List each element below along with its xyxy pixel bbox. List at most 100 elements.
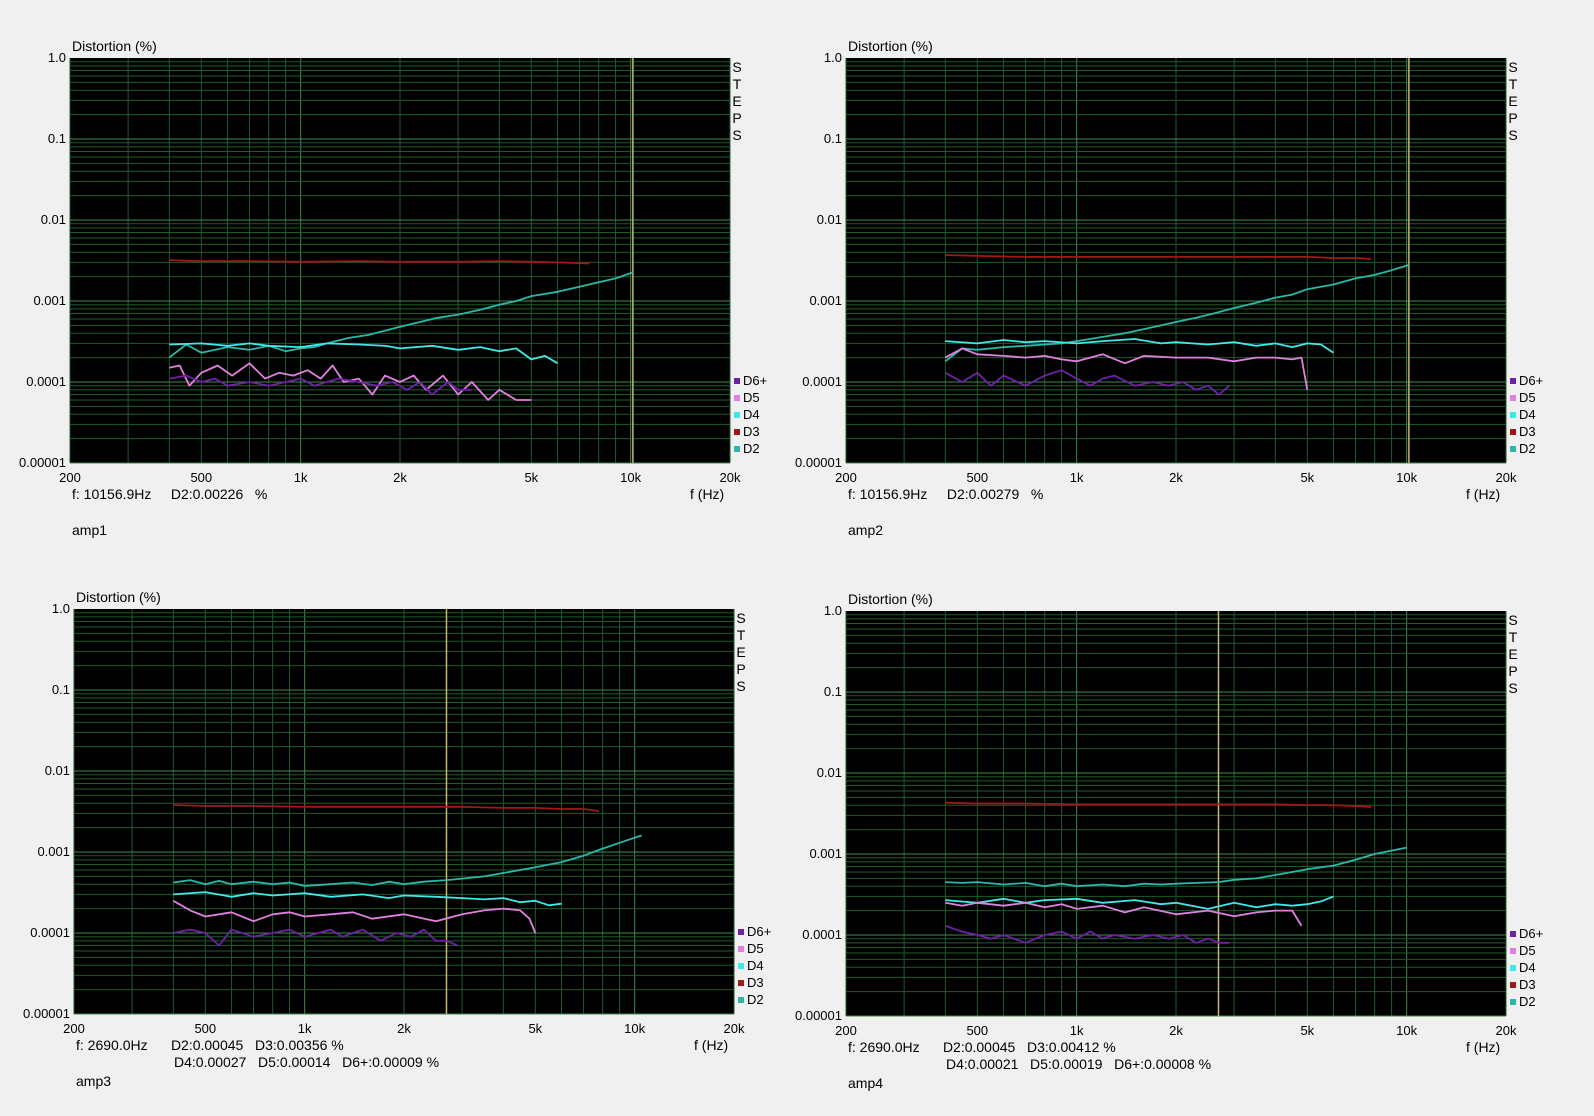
chart-panel-amp4: Distortion (%) 1.0 0.1 0.01 0.001 0.0001 0.000… xyxy=(776,553,1566,1108)
steps-label: STEPS xyxy=(1508,59,1517,143)
legend-item: D2 xyxy=(747,992,764,1007)
y-axis-label: Distortion (%) xyxy=(848,38,933,54)
y-tick-label: 0.001 xyxy=(809,846,842,861)
x-tick-label: 20k xyxy=(720,470,741,485)
legend-item: D3 xyxy=(1519,424,1536,439)
readout-text: f: 2690.0Hz D2:0.00045 D3:0.00412 % xyxy=(848,1039,1116,1055)
legend-swatch xyxy=(734,395,740,401)
legend-item: D6+ xyxy=(1519,373,1543,388)
readout-text: f: 10156.9Hz D2:0.00226 % xyxy=(72,486,267,502)
chart-svg: Distortion (%) 1.0 0.1 0.01 0.001 0.0001 0.000… xyxy=(795,38,1543,538)
y-tick-label: 0.1 xyxy=(52,682,70,697)
y-tick-label: 0.001 xyxy=(37,844,70,859)
legend-swatch xyxy=(734,446,740,452)
y-tick-label: 0.00001 xyxy=(19,455,66,470)
legend-item: D5 xyxy=(1519,390,1536,405)
legend-item: D5 xyxy=(747,941,764,956)
legend-item: D6+ xyxy=(743,373,767,388)
y-tick-label: 0.0001 xyxy=(30,925,70,940)
y-tick-label: 1.0 xyxy=(824,50,842,65)
y-tick-label: 0.1 xyxy=(48,131,66,146)
readout-text: f: 10156.9Hz D2:0.00279 % xyxy=(848,486,1043,502)
x-tick-label: 10k xyxy=(624,1021,645,1036)
grid-vertical xyxy=(845,611,1507,1016)
y-tick-label: 0.0001 xyxy=(802,374,842,389)
x-tick-label: 200 xyxy=(63,1021,85,1036)
x-axis-label: f (Hz) xyxy=(1466,486,1500,502)
y-tick-label: 1.0 xyxy=(824,603,842,618)
grid-vertical xyxy=(69,58,731,463)
x-tick-label: 10k xyxy=(1396,470,1417,485)
y-axis-label: Distortion (%) xyxy=(72,38,157,54)
legend-swatch xyxy=(738,963,744,969)
legend-swatch xyxy=(738,946,744,952)
y-tick-label: 0.00001 xyxy=(23,1006,70,1021)
chart-svg: Distortion (%) 1.0 0.1 0.01 0.001 0.0001 0.000… xyxy=(23,589,771,1089)
legend-item: D4 xyxy=(743,407,760,422)
y-axis-label: Distortion (%) xyxy=(76,589,161,605)
chart-svg: Distortion (%) 1.0 0.1 0.01 0.001 0.0001 0.000… xyxy=(795,591,1543,1091)
chart-panel-amp2: Distortion (%) 1.0 0.1 0.01 0.001 0.0001 0.000… xyxy=(776,0,1566,555)
legend-swatch xyxy=(738,997,744,1003)
legend-item: D3 xyxy=(743,424,760,439)
x-tick-label: 10k xyxy=(620,470,641,485)
steps-label: STEPS xyxy=(732,59,741,143)
readout-text: D4:0.00021 D5:0.00019 D6+:0.00008 % xyxy=(946,1056,1211,1072)
steps-label: STEPS xyxy=(1508,612,1517,696)
legend-swatch xyxy=(738,929,744,935)
x-axis-label: f (Hz) xyxy=(1466,1039,1500,1055)
readout-text: f: 2690.0Hz D2:0.00045 D3:0.00356 % xyxy=(76,1037,344,1053)
legend-swatch xyxy=(1510,395,1516,401)
y-tick-label: 0.01 xyxy=(41,212,66,227)
legend-swatch xyxy=(1510,378,1516,384)
legend-swatch xyxy=(1510,965,1516,971)
x-tick-label: 200 xyxy=(835,1023,857,1038)
x-tick-label: 5k xyxy=(1300,470,1314,485)
x-axis-label: f (Hz) xyxy=(694,1037,728,1053)
legend-item: D4 xyxy=(1519,407,1536,422)
y-tick-label: 0.0001 xyxy=(26,374,66,389)
x-tick-label: 20k xyxy=(1496,470,1517,485)
x-axis-label: f (Hz) xyxy=(690,486,724,502)
legend-item: D4 xyxy=(747,958,764,973)
legend-swatch xyxy=(1510,948,1516,954)
x-tick-label: 1k xyxy=(298,1021,312,1036)
x-tick-label: 5k xyxy=(524,470,538,485)
y-tick-label: 1.0 xyxy=(48,50,66,65)
x-tick-label: 500 xyxy=(966,470,988,485)
y-tick-label: 0.1 xyxy=(824,684,842,699)
legend-swatch xyxy=(734,378,740,384)
y-tick-label: 0.001 xyxy=(809,293,842,308)
legend-swatch xyxy=(1510,412,1516,418)
chart-name: amp4 xyxy=(848,1075,883,1091)
x-tick-label: 500 xyxy=(966,1023,988,1038)
x-tick-label: 1k xyxy=(294,470,308,485)
x-tick-label: 10k xyxy=(1396,1023,1417,1038)
grid-vertical xyxy=(73,609,735,1014)
x-tick-label: 5k xyxy=(1300,1023,1314,1038)
chart-panel-amp3: Distortion (%) 1.0 0.1 0.01 0.001 0.0001 0.000… xyxy=(4,551,794,1106)
y-tick-label: 0.1 xyxy=(824,131,842,146)
x-tick-label: 200 xyxy=(59,470,81,485)
legend-item: D3 xyxy=(747,975,764,990)
y-tick-label: 0.00001 xyxy=(795,455,842,470)
legend-item: D4 xyxy=(1519,960,1536,975)
legend-item: D2 xyxy=(1519,441,1536,456)
legend-item: D2 xyxy=(1519,994,1536,1009)
legend-swatch xyxy=(1510,446,1516,452)
x-tick-label: 20k xyxy=(1496,1023,1517,1038)
x-tick-label: 5k xyxy=(528,1021,542,1036)
legend-item: D6+ xyxy=(1519,926,1543,941)
legend-item: D2 xyxy=(743,441,760,456)
x-tick-label: 2k xyxy=(1169,470,1183,485)
steps-label: STEPS xyxy=(736,610,745,694)
y-tick-label: 0.01 xyxy=(817,212,842,227)
y-tick-label: 0.00001 xyxy=(795,1008,842,1023)
legend-item: D6+ xyxy=(747,924,771,939)
chart-name: amp2 xyxy=(848,522,883,538)
legend-swatch xyxy=(1510,999,1516,1005)
x-tick-label: 2k xyxy=(393,470,407,485)
legend-item: D3 xyxy=(1519,977,1536,992)
x-tick-label: 500 xyxy=(194,1021,216,1036)
legend-swatch xyxy=(734,412,740,418)
